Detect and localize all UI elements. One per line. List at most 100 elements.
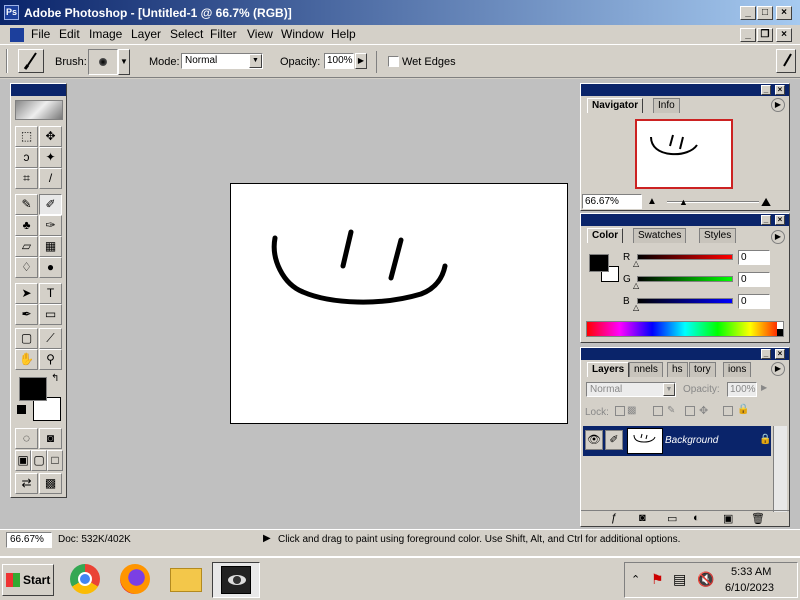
full-screen-mode-icon[interactable]: □ <box>47 450 63 471</box>
marquee-tool-icon[interactable]: ⬚ <box>15 126 38 147</box>
layers-minimize-button[interactable]: _ <box>761 349 771 359</box>
tab-actions[interactable]: ions <box>723 362 752 377</box>
tab-info[interactable]: Info <box>653 98 680 113</box>
tab-channels[interactable]: nnels <box>629 362 663 377</box>
show-hidden-icons-icon[interactable]: ⌃ <box>631 573 640 586</box>
layers-opacity-input[interactable]: 100% <box>727 382 757 397</box>
color-fg-swatch[interactable] <box>589 254 609 272</box>
navigator-titlebar[interactable] <box>581 84 789 96</box>
blur-tool-icon[interactable]: ♢ <box>15 257 38 278</box>
action-center-icon[interactable]: ⚑ <box>651 571 664 588</box>
gradient-tool-icon[interactable]: ▦ <box>39 236 62 257</box>
doc-minimize-button[interactable]: _ <box>740 28 756 42</box>
quick-mask-mode-icon[interactable]: ◙ <box>39 428 62 449</box>
lasso-tool-icon[interactable]: ↄ <box>15 147 38 168</box>
lock-image-checkbox[interactable] <box>653 406 663 416</box>
path-selection-tool-icon[interactable]: ➤ <box>15 283 38 304</box>
channel-b-thumb[interactable]: △ <box>633 303 639 312</box>
channel-b-input[interactable]: 0 <box>738 294 770 309</box>
full-screen-menu-mode-icon[interactable]: ▢ <box>31 450 47 471</box>
layer-row-background[interactable]: 👁 ✐ Background 🔒 <box>583 426 771 456</box>
notes-tool-icon[interactable]: ▢ <box>15 328 38 349</box>
layers-scrollbar[interactable] <box>773 426 787 512</box>
layers-titlebar[interactable] <box>581 348 789 360</box>
healing-brush-tool-icon[interactable]: ✎ <box>15 194 38 215</box>
menu-help[interactable]: Help <box>331 27 356 41</box>
brush-preview[interactable] <box>88 49 118 75</box>
brush-dropdown-arrow[interactable]: ▼ <box>118 49 130 75</box>
chevron-down-icon[interactable]: ▼ <box>663 383 675 396</box>
tab-color[interactable]: Color <box>587 228 624 243</box>
tab-history[interactable]: tory <box>689 362 716 377</box>
jump-to-imageready-icon[interactable]: ⇄ <box>15 473 38 494</box>
slice-tool-icon[interactable]: / <box>39 168 62 189</box>
navigator-menu-button[interactable]: ▶ <box>771 98 785 112</box>
default-colors-icon[interactable] <box>17 405 26 414</box>
rectangle-tool-icon[interactable]: ▭ <box>39 304 62 325</box>
status-zoom-input[interactable]: 66.67% <box>6 532 52 548</box>
doc-close-button[interactable]: × <box>776 28 792 42</box>
blend-mode-select[interactable]: Normal ▼ <box>586 382 676 397</box>
color-minimize-button[interactable]: _ <box>761 215 771 225</box>
brush-tool-icon[interactable]: ✐ <box>39 194 62 215</box>
navigator-thumbnail[interactable] <box>635 119 733 189</box>
imageready-icon[interactable]: ▩ <box>39 473 62 494</box>
channel-r-input[interactable]: 0 <box>738 250 770 265</box>
type-tool-icon[interactable]: T <box>39 283 62 304</box>
zoom-slider-thumb[interactable]: ▲ <box>679 197 688 207</box>
tab-swatches[interactable]: Swatches <box>633 228 687 243</box>
crop-tool-icon[interactable]: ⌗ <box>15 168 38 189</box>
menu-layer[interactable]: Layer <box>131 27 161 41</box>
palette-well-button[interactable] <box>776 49 796 73</box>
zoom-out-icon[interactable]: ▲ <box>647 196 657 207</box>
status-menu-arrow[interactable]: ▶ <box>263 533 271 544</box>
menu-select[interactable]: Select <box>170 27 203 41</box>
volume-icon[interactable]: 🔇 <box>697 571 714 588</box>
magic-wand-tool-icon[interactable]: ✦ <box>39 147 62 168</box>
firefox-taskbar-button[interactable] <box>116 562 156 598</box>
channel-g-thumb[interactable]: △ <box>633 281 639 290</box>
lock-transparency-checkbox[interactable] <box>615 406 625 416</box>
opacity-slider-arrow[interactable]: ▶ <box>355 53 367 69</box>
menu-view[interactable]: View <box>247 27 273 41</box>
document-icon[interactable] <box>10 28 24 42</box>
color-close-button[interactable]: × <box>775 215 785 225</box>
brush-link-icon[interactable]: ✐ <box>605 430 623 450</box>
lock-all-checkbox[interactable] <box>723 406 733 416</box>
eraser-tool-icon[interactable]: ▱ <box>15 236 38 257</box>
clock-date[interactable]: 6/10/2023 <box>725 582 774 594</box>
menu-filter[interactable]: Filter <box>210 27 237 41</box>
history-brush-tool-icon[interactable]: ✑ <box>39 215 62 236</box>
maximize-button[interactable]: □ <box>757 6 773 20</box>
wet-edges-checkbox[interactable] <box>388 56 399 67</box>
document-canvas[interactable] <box>230 183 568 424</box>
title-bar[interactable]: Ps Adobe Photoshop - [Untitled-1 @ 66.7%… <box>0 0 800 25</box>
zoom-tool-icon[interactable]: ⚲ <box>39 349 62 370</box>
photoshop-taskbar-button[interactable] <box>212 562 260 598</box>
navigator-minimize-button[interactable]: _ <box>761 85 771 95</box>
toolbox-titlebar[interactable] <box>11 84 66 96</box>
doc-restore-button[interactable]: ❐ <box>757 28 773 42</box>
channel-r-thumb[interactable]: △ <box>633 259 639 268</box>
menu-image[interactable]: Image <box>89 27 122 41</box>
pen-tool-icon[interactable]: ✒ <box>15 304 38 325</box>
chevron-down-icon[interactable]: ▼ <box>249 54 262 68</box>
tab-navigator[interactable]: Navigator <box>587 98 644 113</box>
trash-icon[interactable]: 🗑 <box>751 512 765 525</box>
color-menu-button[interactable]: ▶ <box>771 230 785 244</box>
move-tool-icon[interactable]: ✥ <box>39 126 62 147</box>
new-layer-icon[interactable]: ▣ <box>723 512 733 525</box>
channel-g-slider[interactable] <box>637 276 733 282</box>
swap-colors-icon[interactable]: ↰ <box>51 373 59 384</box>
photoshop-app-icon[interactable]: Ps <box>4 5 19 20</box>
eyedropper-tool-icon[interactable]: ⟋ <box>39 328 62 349</box>
menu-file[interactable]: File <box>31 27 50 41</box>
grip[interactable] <box>6 49 8 73</box>
zoom-in-icon[interactable]: ⛰ <box>761 195 771 210</box>
layers-opacity-arrow[interactable]: ▶ <box>761 383 767 392</box>
start-button[interactable]: Start <box>2 564 54 596</box>
tab-paths[interactable]: hs <box>667 362 688 377</box>
adobe-online-icon[interactable] <box>15 100 63 120</box>
opacity-input[interactable]: 100% <box>324 53 354 69</box>
channel-b-slider[interactable] <box>637 298 733 304</box>
